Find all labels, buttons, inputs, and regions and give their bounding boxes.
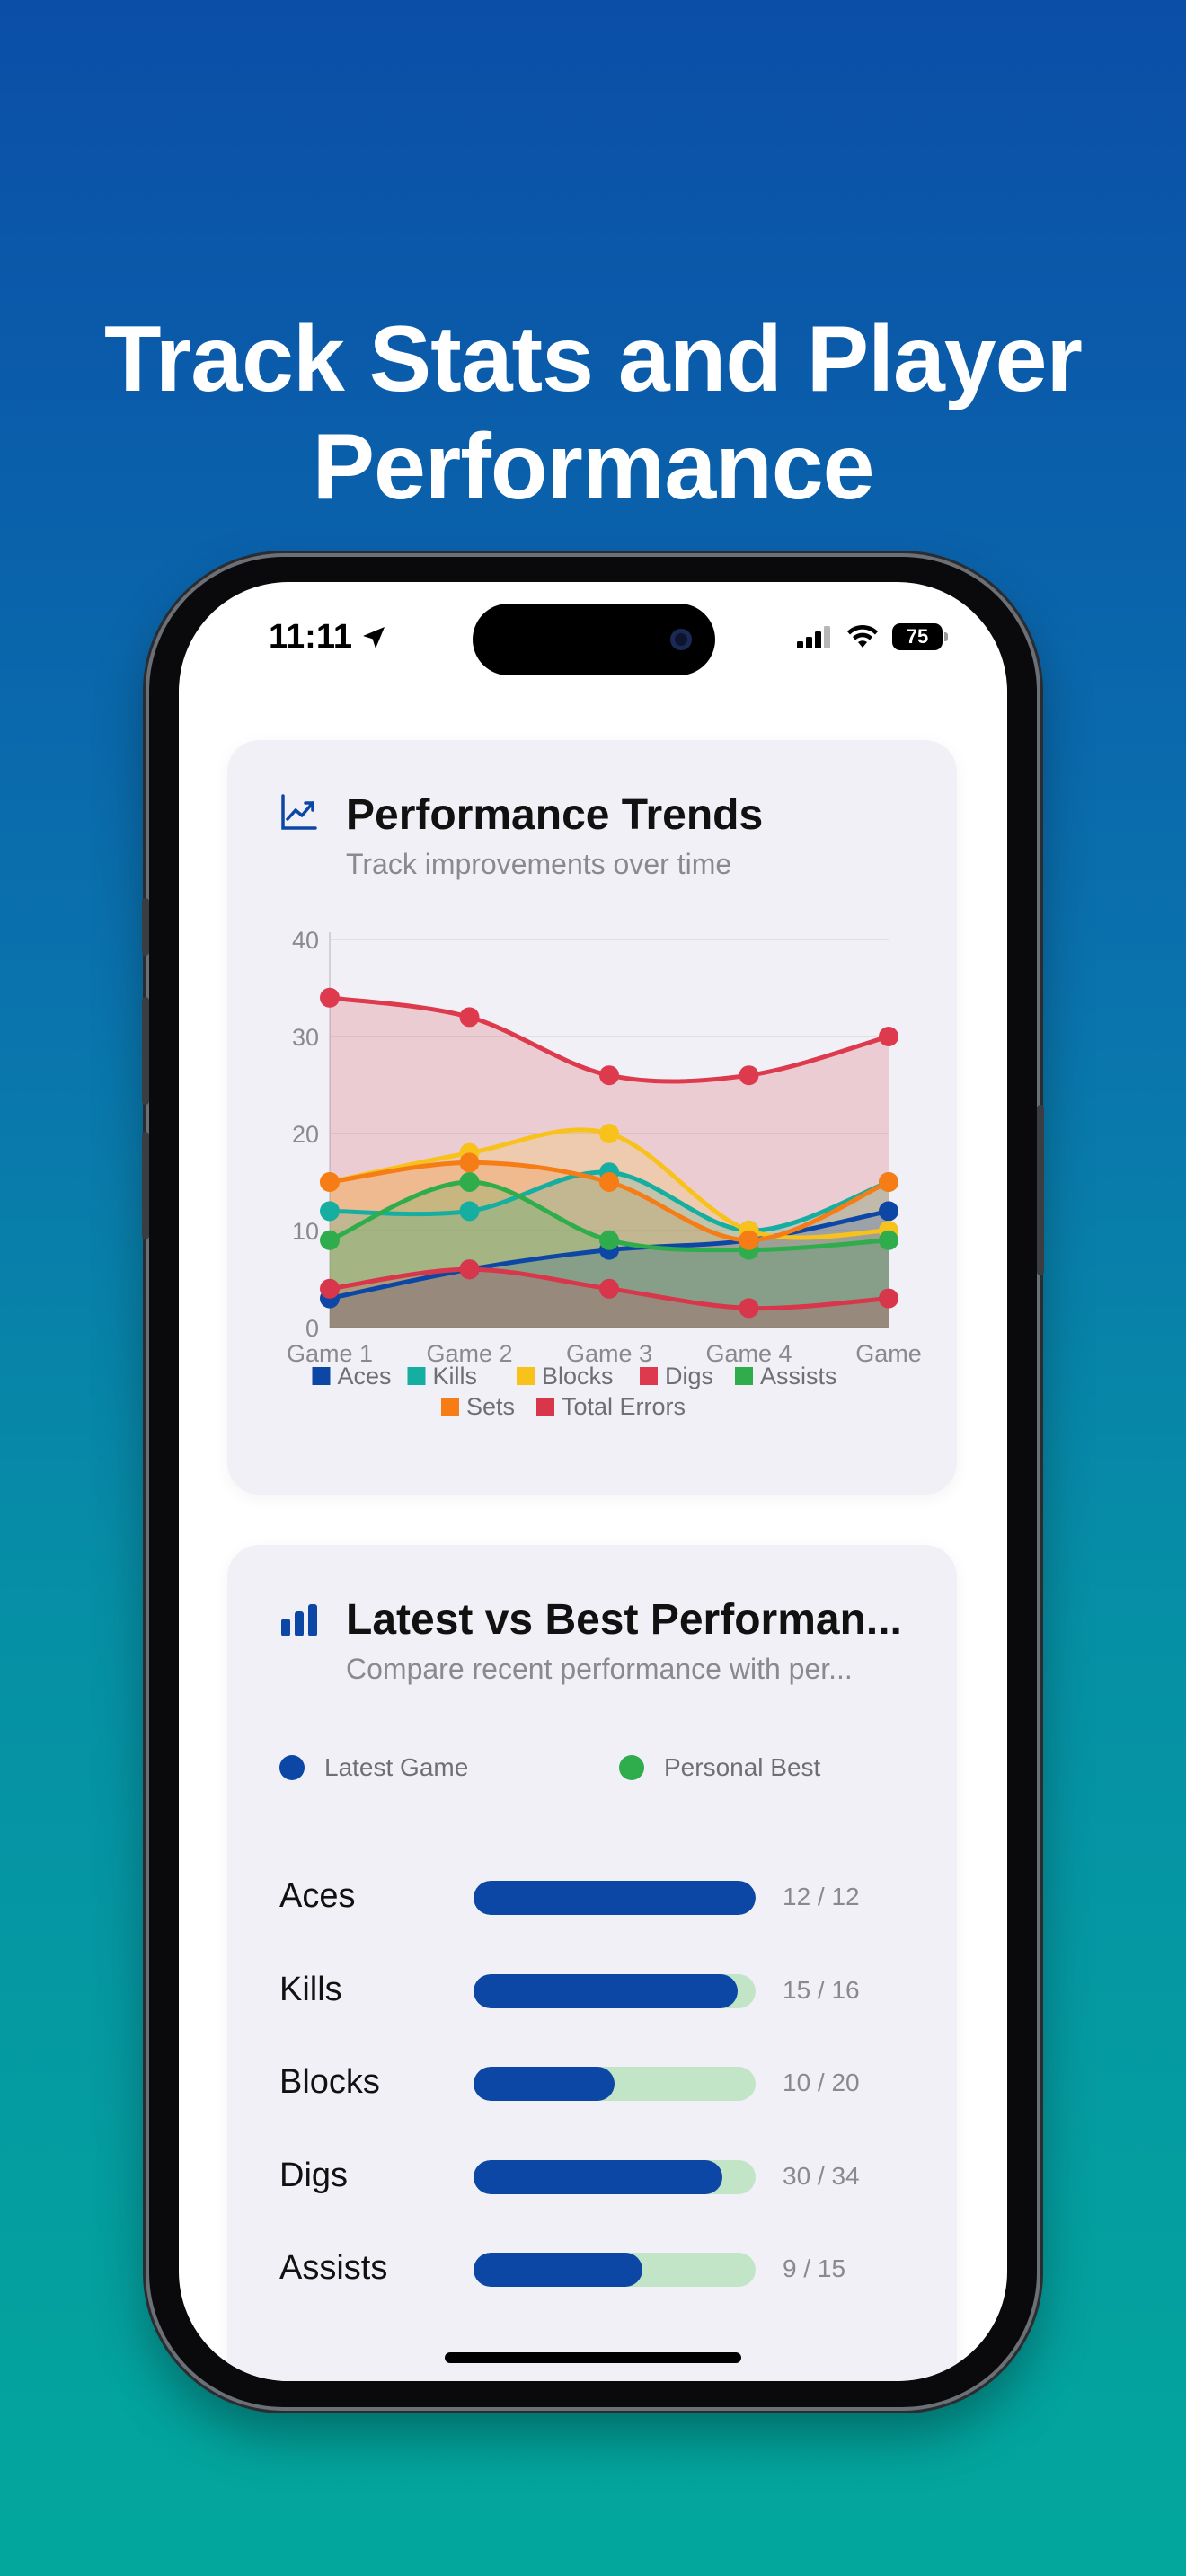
legend-label: Sets (466, 1393, 515, 1420)
legend-best-label: Personal Best (664, 1753, 821, 1781)
data-point (599, 1124, 619, 1143)
location-arrow-icon (363, 626, 385, 648)
y-tick-label: 10 (292, 1218, 319, 1245)
data-point (879, 1172, 898, 1192)
stat-row-aces: Aces 12 / 12 (279, 1870, 908, 1924)
performance-trends-chart: 010203040Game 1 Game 2 Game 3 Game 4 GameAce… (287, 927, 922, 1420)
status-indicators: 75 (797, 623, 948, 650)
legend-label: Total Errors (562, 1393, 686, 1420)
phone-volume-down (142, 1132, 149, 1239)
data-point (459, 1007, 480, 1028)
stat-label: Assists (279, 2249, 388, 2287)
bar-chart-icon (281, 1604, 317, 1636)
legend-latest-game: Latest Game (279, 1753, 468, 1782)
data-point (739, 1230, 759, 1250)
data-point (599, 1172, 619, 1192)
data-point (459, 1201, 480, 1222)
data-point (459, 1172, 480, 1192)
stat-bar-fill (474, 2067, 615, 2101)
phone-screen: 11:11 75 Performance Trends Track improv… (179, 582, 1007, 2381)
stat-bar-track (474, 2160, 756, 2194)
stat-value: 9 / 15 (783, 2254, 846, 2282)
legend-label: Assists (760, 1363, 837, 1389)
data-point (320, 1278, 340, 1299)
legend-swatch (407, 1367, 426, 1385)
headline-line-2: Performance (312, 415, 875, 519)
data-point (599, 1278, 619, 1299)
dynamic-island (473, 604, 715, 675)
legend-latest-dot (279, 1755, 305, 1780)
status-time: 11:11 (269, 618, 388, 657)
stat-label: Digs (279, 2157, 349, 2194)
battery-indicator: 75 (892, 623, 948, 650)
headline: Track Stats and Player Performance (0, 305, 1186, 521)
phone-volume-up (142, 997, 149, 1105)
y-tick-label: 30 (292, 1024, 319, 1051)
legend-label: Aces (338, 1363, 392, 1389)
legend-swatch (536, 1398, 554, 1416)
data-point (320, 1201, 340, 1222)
legend-personal-best: Personal Best (619, 1753, 820, 1782)
legend-swatch (735, 1367, 753, 1385)
legend-swatch (640, 1367, 658, 1385)
stat-bar-track (474, 1974, 756, 2008)
data-point (320, 1230, 340, 1250)
stat-value: 15 / 16 (783, 1976, 860, 2004)
stat-bar-fill (474, 2160, 723, 2194)
x-tick-label: Game (855, 1340, 922, 1367)
legend-label: Digs (665, 1363, 713, 1389)
legend-label: Blocks (542, 1363, 614, 1389)
status-time-text: 11:11 (269, 618, 352, 656)
data-point (459, 1259, 480, 1280)
stat-label: Aces (279, 1877, 356, 1915)
performance-trends-card: Performance Trends Track improvements ov… (227, 740, 957, 1495)
stat-bar-fill (474, 1974, 739, 2008)
stat-bar-fill (474, 1881, 756, 1915)
wifi-icon (847, 624, 878, 648)
phone-power-button (1037, 1105, 1044, 1275)
home-indicator (445, 2352, 741, 2363)
front-camera (670, 629, 692, 650)
stat-row-kills: Kills 15 / 16 (279, 1963, 908, 2017)
data-point (599, 1065, 619, 1086)
stat-label: Kills (279, 1971, 342, 2008)
legend-swatch (312, 1367, 331, 1385)
y-tick-label: 0 (305, 1315, 319, 1342)
data-point (879, 1288, 898, 1309)
stat-value: 12 / 12 (783, 1883, 860, 1910)
stat-bar-fill (474, 2253, 643, 2287)
legend-latest-label: Latest Game (324, 1753, 469, 1781)
legend-label: Kills (433, 1363, 478, 1389)
legend-swatch (517, 1367, 535, 1385)
data-point (599, 1230, 619, 1250)
stat-bar-track (474, 1881, 756, 1915)
data-point (879, 1230, 898, 1250)
data-point (739, 1065, 759, 1086)
stat-row-blocks: Blocks 10 / 20 (279, 2056, 908, 2110)
data-point (879, 1027, 898, 1046)
data-point (879, 1201, 898, 1222)
stat-bar-track (474, 2067, 756, 2101)
battery-level: 75 (906, 625, 929, 648)
data-point (320, 1172, 340, 1192)
cellular-signal-icon (797, 626, 830, 648)
data-point (320, 987, 340, 1008)
data-point (739, 1298, 759, 1319)
data-point (459, 1152, 480, 1173)
stat-row-digs: Digs 30 / 34 (279, 2149, 908, 2203)
stat-value: 30 / 34 (783, 2162, 860, 2190)
stat-value: 10 / 20 (783, 2069, 860, 2096)
phone-mute-switch (142, 898, 149, 956)
legend-best-dot (619, 1755, 644, 1780)
headline-line-1: Track Stats and Player (104, 307, 1083, 411)
stat-label: Blocks (279, 2063, 380, 2101)
latest-vs-best-card: Latest vs Best Performan... Compare rece… (227, 1545, 957, 2381)
compare-subtitle: Compare recent performance with per... (346, 1653, 853, 1685)
stat-row-assists: Assists 9 / 15 (279, 2242, 908, 2296)
compare-title: Latest vs Best Performan... (346, 1596, 902, 1644)
y-tick-label: 20 (292, 1121, 319, 1148)
y-tick-label: 40 (292, 927, 319, 954)
legend-swatch (441, 1398, 459, 1416)
stat-bar-track (474, 2253, 756, 2287)
